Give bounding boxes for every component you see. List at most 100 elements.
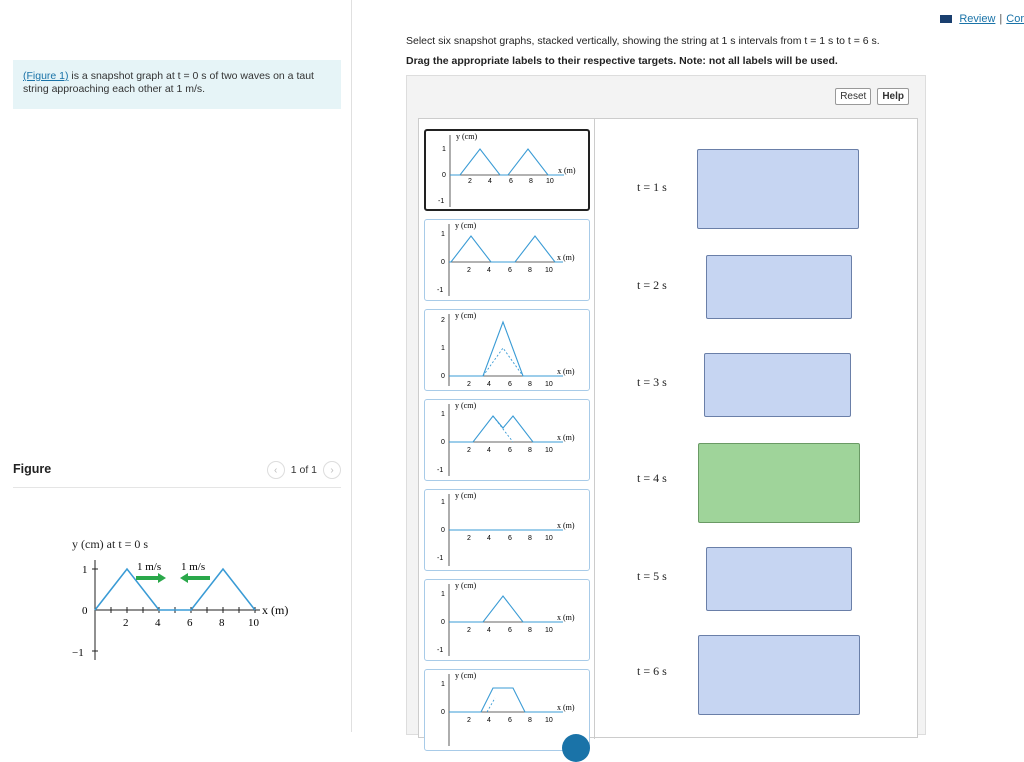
graph-2-svg: y (cm) 1 0 -1 2 4 6 8 10 x (m)	[437, 221, 575, 296]
graph-7-xlabel: x (m)	[557, 703, 575, 712]
graph-6-xtick-8: 8	[528, 627, 532, 634]
graph-3-xtick-6: 6	[508, 381, 512, 388]
graph-2-ytick-0: 0	[441, 259, 445, 266]
figure-pager: ‹ 1 of 1 ›	[266, 461, 341, 479]
target-label-t3: t = 3 s	[637, 375, 667, 389]
drop-target-t1[interactable]	[697, 149, 859, 229]
review-icon	[940, 15, 953, 23]
speed-label-left: 1 m/s	[137, 561, 161, 573]
graph-6-xlabel: x (m)	[557, 613, 575, 622]
graph-card-6[interactable]: y (cm) 1 0 -1 2 4 6 8 10 x (m)	[424, 579, 590, 661]
graph-6-ytick-0: 0	[441, 619, 445, 626]
graph-3-xtick-4: 4	[487, 381, 491, 388]
graph-3-ytick-0: 0	[441, 373, 445, 380]
xtick-6: 6	[187, 617, 193, 629]
graph-card-1[interactable]: y (cm) 1 0 -1 2 4 6 8 10 x (m)	[424, 129, 590, 211]
graph-2-xlabel: x (m)	[557, 253, 575, 262]
arrow-right-icon	[136, 573, 166, 583]
graph-6-svg: y (cm) 1 0 -1 2 4 6 8 10 x (m)	[437, 581, 575, 656]
drop-target-t2[interactable]	[706, 255, 852, 319]
constants-link[interactable]: Cor	[1006, 13, 1024, 25]
reset-button[interactable]: Reset	[835, 88, 872, 105]
graph-1-ytick-1: 1	[442, 146, 446, 153]
speed-label-right: 1 m/s	[181, 561, 205, 573]
graph-1-xtick-8: 8	[529, 178, 533, 185]
graph-4-svg: y (cm) 1 0 -1 2 4 6 8 10 x (m)	[437, 401, 575, 476]
target-label-t5: t = 5 s	[637, 569, 667, 583]
graph-6-ylabel: y (cm)	[455, 581, 476, 590]
ytick-neg1: −1	[72, 647, 84, 659]
graph-4-ytick-1: 1	[441, 411, 445, 418]
graph-2-xtick-4: 4	[487, 267, 491, 274]
graph-4-xtick-6: 6	[508, 447, 512, 454]
pager-count: 1 of 1	[290, 464, 317, 476]
graph-1-ylabel: y (cm)	[456, 132, 477, 141]
graph-5-ylabel: y (cm)	[455, 491, 476, 500]
label-column: y (cm) 1 0 -1 2 4 6 8 10 x (m) y (cm) 1 …	[419, 119, 595, 762]
graph-5-ytick-1: 1	[441, 499, 445, 506]
scroll-indicator[interactable]	[562, 734, 590, 762]
graph-card-2[interactable]: y (cm) 1 0 -1 2 4 6 8 10 x (m)	[424, 219, 590, 301]
xtick-4: 4	[155, 617, 161, 629]
drop-target-t3[interactable]	[704, 353, 851, 417]
graph-3-ytick-2: 2	[441, 317, 445, 324]
graph-card-5[interactable]: y (cm) 1 0 -1 2 4 6 8 10 x (m)	[424, 489, 590, 571]
ytick-1: 1	[82, 564, 88, 576]
graph-4-xlabel: x (m)	[557, 433, 575, 442]
help-button[interactable]: Help	[877, 88, 909, 105]
graph-1-svg: y (cm) 1 0 -1 2 4 6 8 10 x (m)	[438, 132, 576, 207]
arrow-left-icon	[180, 573, 210, 583]
graph-card-4[interactable]: y (cm) 1 0 -1 2 4 6 8 10 x (m)	[424, 399, 590, 481]
xtick-8: 8	[219, 617, 225, 629]
instruction-line-1: Select six snapshot graphs, stacked vert…	[406, 35, 880, 47]
graph-3-xtick-10: 10	[545, 381, 553, 388]
prev-figure-button[interactable]: ‹	[266, 461, 285, 479]
graph-2-ylabel: y (cm)	[455, 221, 476, 230]
graph-6-xtick-10: 10	[545, 627, 553, 634]
graph-4-xtick-2: 2	[467, 447, 471, 454]
graph-7-xtick-10: 10	[545, 717, 553, 724]
figure-link[interactable]: (Figure 1)	[23, 70, 69, 82]
graph-1-xtick-4: 4	[488, 178, 492, 185]
graph-5-ytick-0: 0	[441, 527, 445, 534]
graph-4-ytick-0: 0	[441, 439, 445, 446]
graph-card-3[interactable]: y (cm) 2 1 0 2 4 6 8 10 x (m)	[424, 309, 590, 391]
graph-3-xtick-8: 8	[528, 381, 532, 388]
drop-target-t6[interactable]	[698, 635, 860, 715]
graph-2-xtick-6: 6	[508, 267, 512, 274]
graph-3-xlabel: x (m)	[557, 367, 575, 376]
graph-6-xtick-6: 6	[508, 627, 512, 634]
graph-6-ytick-1: 1	[441, 591, 445, 598]
graph-1-xtick-2: 2	[468, 178, 472, 185]
graph-7-ytick-1: 1	[441, 681, 445, 688]
review-link[interactable]: Review	[959, 13, 995, 25]
graph-7-ytick-0: 0	[441, 709, 445, 716]
top-links: Review | Cor	[940, 13, 1024, 25]
drag-area: y (cm) 1 0 -1 2 4 6 8 10 x (m) y (cm) 1 …	[418, 118, 918, 762]
graph-5-ytick-neg1: -1	[437, 555, 443, 562]
drop-target-t5[interactable]	[706, 547, 852, 611]
ytick-0: 0	[82, 605, 88, 617]
graph-3-ytick-1: 1	[441, 345, 445, 352]
graph-4-xtick-10: 10	[545, 447, 553, 454]
graph-5-svg: y (cm) 1 0 -1 2 4 6 8 10 x (m)	[437, 491, 575, 566]
wave-trace	[94, 567, 256, 611]
graph-5-xtick-8: 8	[528, 535, 532, 542]
xtick-2: 2	[123, 617, 129, 629]
next-figure-button[interactable]: ›	[323, 461, 341, 479]
graph-4-ylabel: y (cm)	[455, 401, 476, 410]
graph-3-xtick-2: 2	[467, 381, 471, 388]
graph-7-svg: y (cm) 1 0 2 4 6 8 10 x (m)	[441, 671, 575, 746]
graph-7-xtick-2: 2	[467, 717, 471, 724]
graph-4-xtick-8: 8	[528, 447, 532, 454]
figure-title: Figure	[13, 462, 52, 476]
graph-4-ytick-neg1: -1	[437, 467, 443, 474]
graph-1-xtick-6: 6	[509, 178, 513, 185]
problem-intro: (Figure 1) is a snapshot graph at t = 0 …	[13, 60, 341, 109]
graph-3-svg: y (cm) 2 1 0 2 4 6 8 10 x (m)	[441, 311, 575, 388]
graph-5-xtick-10: 10	[545, 535, 553, 542]
graph-2-xtick-8: 8	[528, 267, 532, 274]
drop-target-t4[interactable]	[698, 443, 860, 523]
graph-2-ytick-1: 1	[441, 231, 445, 238]
graph-7-xtick-4: 4	[487, 717, 491, 724]
